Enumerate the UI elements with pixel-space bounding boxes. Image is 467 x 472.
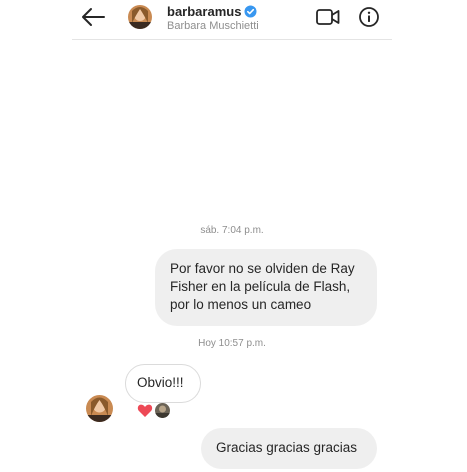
sender-avatar[interactable] — [86, 395, 113, 422]
info-circle-icon — [359, 7, 379, 27]
message-line: Fisher en la película de Flash, — [170, 279, 351, 294]
message-timestamp: sáb. 7:04 p.m. — [200, 225, 264, 236]
full-name: Barbara Muschietti — [167, 20, 259, 32]
arrow-left-icon — [82, 8, 105, 26]
username: barbaramus — [167, 4, 242, 19]
back-button[interactable] — [80, 6, 106, 28]
sent-message-bubble[interactable]: Por favor no se olviden de Ray Fisher en… — [155, 249, 377, 326]
avatar[interactable] — [128, 5, 152, 29]
chat-header: barbaramus Barbara Muschietti — [72, 0, 392, 40]
direct-message-screen: barbaramus Barbara Muschietti sáb. 7:04 … — [72, 0, 392, 472]
received-message-bubble[interactable]: Obvio!!! — [125, 364, 201, 403]
received-message-text: Obvio!!! — [137, 375, 184, 390]
message-reactions[interactable] — [137, 403, 170, 418]
avatar-image — [128, 5, 152, 29]
video-camera-icon — [316, 9, 340, 25]
reactor-avatar — [155, 403, 170, 418]
heart-icon — [137, 404, 153, 417]
sent-message-bubble[interactable]: Gracias gracias gracias — [201, 428, 377, 469]
message-line: Por favor no se olviden de Ray — [170, 261, 355, 276]
verified-badge-icon — [244, 5, 257, 18]
info-button[interactable] — [359, 7, 379, 27]
message-timestamp: Hoy 10:57 p.m. — [198, 338, 266, 349]
username-row[interactable]: barbaramus — [167, 4, 257, 19]
sent-message-text: Gracias gracias gracias — [216, 440, 358, 455]
avatar-image — [86, 395, 113, 422]
message-line: por lo menos un cameo — [170, 297, 312, 312]
video-call-button[interactable] — [316, 8, 340, 26]
